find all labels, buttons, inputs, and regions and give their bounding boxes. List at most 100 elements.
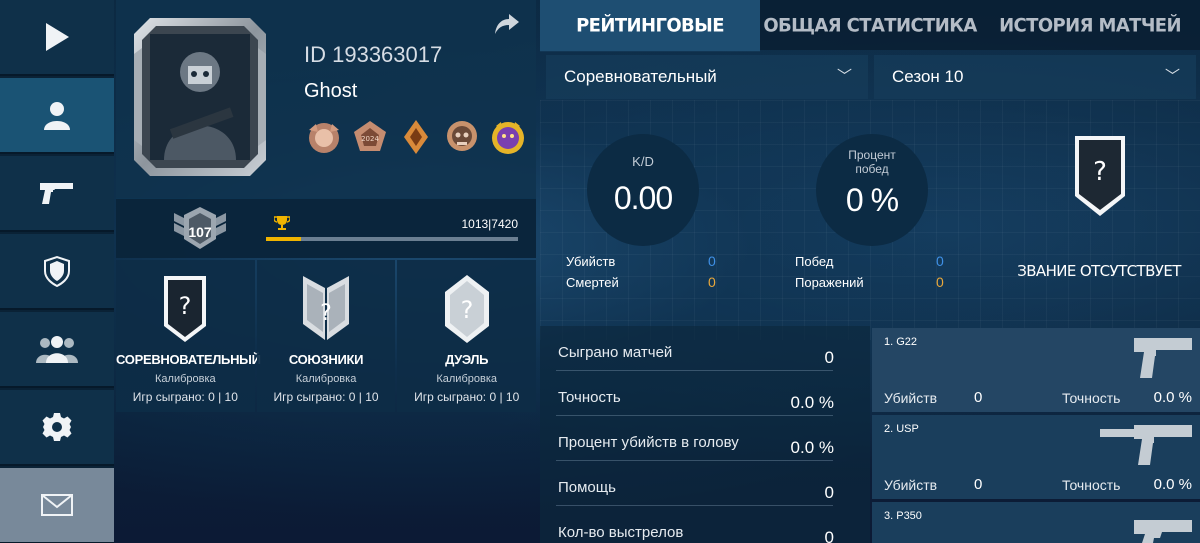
mode-title: СОРЕВНОВАТЕЛЬНЫЙ [116,352,261,367]
player-id: ID 193363017 [304,42,443,67]
mode-card-allies[interactable]: ? СОЮЗНИКИ Калибровка Игр сыграно: 0 | 1… [256,260,396,412]
stat-value: 0 [824,528,834,543]
tab-general-stats[interactable]: ОБЩАЯ СТАТИСТИКА [760,0,980,51]
weapon-card[interactable]: 1. G22 Убийств 0 Точность 0.0 % [872,328,1200,412]
pistol-p350-icon [1134,520,1192,543]
mode-status: Калибровка [295,373,357,385]
badge-year-text: 2024 [361,135,379,143]
sidebar-item-profile[interactable] [0,78,114,154]
weapon-card[interactable]: 2. USP Убийств 0 Точность 0.0 % [872,415,1200,499]
trophy-icon [274,216,290,230]
stat-value: 0.0 % [790,393,834,412]
mode-select-value: Соревновательный [564,67,717,86]
level-row: 107 1013|7420 [116,198,536,258]
stat-value: 0 [824,348,834,367]
sidebar-item-clan[interactable] [0,234,114,310]
chevron-down-icon: ﹀ [1164,68,1180,85]
wins-label: Побед [795,254,834,269]
weapon-kills-label: Убийств [884,390,938,406]
mode-games-played: Игр сыграно: 0 | 10 [132,390,238,404]
sidebar [0,0,114,543]
play-icon [46,23,69,51]
pistol-g22-icon [1134,338,1192,378]
friends-icon [36,336,78,363]
kills-label: Убийств [566,254,616,269]
kd-circle: K/D 0.00 [587,134,699,246]
svg-text:?: ? [320,301,332,326]
mode-status: Калибровка [155,373,216,385]
mode-games-played: Игр сыграно: 0 | 10 [414,390,520,404]
mode-status: Калибровка [436,373,497,385]
weapon-card[interactable]: 3. P350 [872,502,1200,543]
mode-card-duel[interactable]: ? ДУЭЛЬ Калибровка Игр сыграно: 0 | 10 [397,260,537,412]
losses-label: Поражений [795,275,864,290]
stat-label: Процент убийств в голову [558,434,739,451]
stat-row-assists: Помощь 0 [556,461,834,506]
mode-title: ДУЭЛЬ [445,352,489,367]
mode-games-played: Игр сыграно: 0 | 10 [273,390,379,404]
clan-emblem-icon [44,255,70,287]
sidebar-item-mail[interactable] [0,468,114,543]
xp-progress-bar [266,237,518,241]
filter-row: Соревновательный ﹀ Сезон 10 ﹀ [540,52,1200,102]
losses-value: 0 [936,274,944,290]
stat-row-matches: Сыграно матчей 0 [556,326,834,371]
badge-2024-icon[interactable]: 2024 [350,118,390,156]
mode-title: СОЮЗНИКИ [288,352,364,367]
weapon-name: 3. P350 [884,510,922,522]
ranked-modes: ? СОРЕВНОВАТЕЛЬНЫЙ Калибровка Игр сыгран… [116,260,537,412]
kd-label: K/D [632,154,654,169]
chevron-down-icon: ﹀ [836,68,852,85]
mail-envelope-icon [41,494,73,516]
winrate-circle: Процент побед 0 % [816,134,928,246]
rank-unknown-wings-icon: ? [303,276,349,340]
sidebar-item-friends[interactable] [0,312,114,388]
deaths-label: Смертей [566,275,619,290]
stat-row-accuracy: Точность 0.0 % [556,371,834,416]
player-avatar[interactable] [130,14,270,180]
stat-value: 0.0 % [790,438,834,457]
rank-question-mark: ? [1093,157,1107,187]
svg-text:?: ? [179,292,192,320]
weapon-accuracy-value: 0.0 % [1153,389,1192,406]
player-level: 107 [188,224,212,240]
stat-label: Помощь [558,479,616,496]
weapon-accuracy-value: 0.0 % [1153,476,1192,493]
season-select-value: Сезон 10 [892,67,964,86]
badge-cat-icon[interactable] [488,118,528,156]
sidebar-item-play[interactable] [0,0,114,76]
badge-skull-icon[interactable] [442,118,482,156]
badge-row: 2024 [304,118,528,156]
settings-gear-icon [42,413,72,441]
xp-text: 1013|7420 [461,217,518,231]
rank-unknown-shield-icon: ? [164,276,207,342]
winrate-value: 0 % [845,182,899,218]
tab-ranked[interactable]: РЕЙТИНГОВЫЕ [540,0,760,52]
sidebar-item-weapons[interactable] [0,156,114,232]
stat-label: Кол-во выстрелов [558,524,684,541]
stat-label: Сыграно матчей [558,344,673,361]
season-select[interactable]: Сезон 10 ﹀ [874,55,1196,99]
weapon-accuracy-label: Точность [1062,477,1121,493]
pistol-usp-icon [1100,425,1192,465]
stat-row-shots: Кол-во выстрелов 0 [556,506,834,543]
stats-tabs: РЕЙТИНГОВЫЕ ОБЩАЯ СТАТИСТИКА ИСТОРИЯ МАТ… [540,0,1200,52]
player-name: Ghost [304,80,358,102]
wins-value: 0 [936,253,944,269]
stat-row-headshots: Процент убийств в голову 0.0 % [556,416,834,461]
sidebar-item-settings[interactable] [0,390,114,466]
kd-value: 0.00 [613,180,673,216]
badge-1-icon[interactable] [304,118,344,156]
weapon-kills-value: 0 [974,476,983,493]
weapon-accuracy-label: Точность [1062,390,1121,406]
rank-unknown-icon: ? [1075,136,1125,216]
weapon-name: 2. USP [884,423,919,435]
weapon-kills-label: Убийств [884,477,938,493]
badge-3-icon[interactable] [396,118,436,156]
mode-select[interactable]: Соревновательный ﹀ [546,55,868,99]
mode-card-competitive[interactable]: ? СОРЕВНОВАТЕЛЬНЫЙ Калибровка Игр сыгран… [116,260,261,412]
share-icon[interactable] [494,12,520,36]
xp-progress-fill [266,237,301,241]
tab-match-history[interactable]: ИСТОРИЯ МАТЧЕЙ [980,0,1200,51]
rank-status-text: ЗВАНИЕ ОТСУТСТВУЕТ [1017,262,1181,280]
